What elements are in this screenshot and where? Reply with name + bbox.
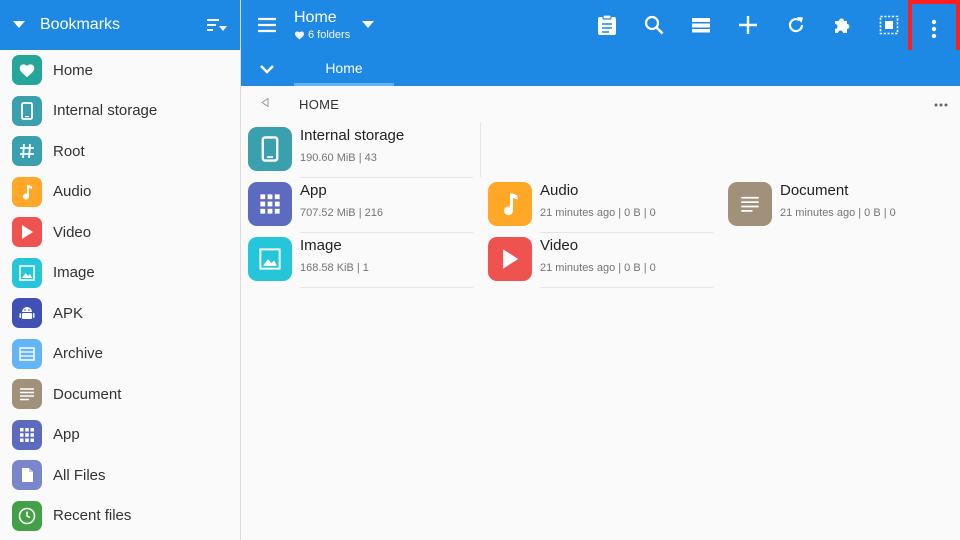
sidebar-item-document[interactable]: Document (0, 374, 240, 415)
select-all-icon[interactable] (875, 11, 903, 39)
hash-icon (12, 136, 42, 167)
folder-name: Document (780, 182, 849, 199)
sidebar-item-archive[interactable]: Archive (0, 334, 240, 375)
add-icon[interactable] (734, 11, 762, 39)
sidebar-item-label: All Files (53, 466, 106, 484)
breadcrumb[interactable]: HOME (299, 97, 339, 112)
more-options-button[interactable] (908, 0, 960, 57)
more-horiz-icon[interactable] (934, 94, 948, 110)
sidebar-item-label: Video (53, 223, 92, 241)
music-note-icon (12, 176, 42, 207)
archive-icon (12, 338, 42, 369)
sidebar-item-label: Internal storage (53, 102, 158, 120)
grid-icon (12, 419, 42, 450)
sidebar-item-label: APK (53, 304, 84, 322)
sidebar-item-all-files[interactable]: All Files (0, 455, 240, 496)
image-icon (248, 237, 292, 281)
folder-document[interactable]: Document 21 minutes ago | 0 B | 0 (721, 179, 953, 233)
divider (540, 287, 713, 288)
folder-video[interactable]: Video 21 minutes ago | 0 B | 0 (481, 234, 713, 288)
folder-count: 6 folders (294, 29, 350, 41)
search-icon[interactable] (640, 11, 668, 39)
top-app-bar: Home 6 folders (241, 0, 960, 57)
play-icon (12, 217, 42, 248)
sidebar-header[interactable]: Bookmarks (0, 0, 240, 50)
phone-icon (12, 95, 42, 126)
folder-name: Audio (540, 182, 579, 199)
expand-icon[interactable] (257, 59, 277, 79)
list-view-icon[interactable] (687, 11, 715, 39)
tab-home[interactable]: Home (294, 50, 394, 86)
folder-internal-storage[interactable]: Internal storage 190.60 MiB | 43 (241, 124, 473, 178)
bookmark-list: Home Internal storage Root Audio Video I… (0, 50, 240, 536)
divider (540, 232, 713, 233)
folder-name: Video (540, 237, 579, 254)
folder-image[interactable]: Image 168.58 KiB | 1 (241, 234, 473, 288)
back-arrow-icon[interactable] (261, 97, 269, 109)
divider (300, 232, 473, 233)
music-note-icon (488, 182, 532, 226)
folder-audio[interactable]: Audio 21 minutes ago | 0 B | 0 (481, 179, 713, 233)
android-icon (12, 298, 42, 329)
file-icon (12, 460, 42, 491)
sidebar-item-apk[interactable]: APK (0, 293, 240, 334)
sidebar-item-label: Audio (53, 183, 92, 201)
chevron-down-icon[interactable] (361, 17, 375, 31)
clipboard-icon[interactable] (593, 11, 621, 39)
folder-meta: 21 minutes ago | 0 B | 0 (780, 207, 896, 219)
folder-name: App (300, 182, 327, 199)
sidebar-item-label: Root (53, 142, 85, 160)
sidebar-item-recent-files[interactable]: Recent files (0, 496, 240, 537)
sidebar-item-app[interactable]: App (0, 415, 240, 456)
folder-meta: 190.60 MiB | 43 (300, 152, 377, 164)
document-icon (12, 379, 42, 410)
folder-meta: 168.58 KiB | 1 (300, 262, 369, 274)
folder-meta: 707.52 MiB | 216 (300, 207, 383, 219)
sidebar-item-audio[interactable]: Audio (0, 172, 240, 213)
folder-meta: 21 minutes ago | 0 B | 0 (540, 207, 656, 219)
sidebar-item-label: Recent files (53, 507, 132, 525)
sidebar: Bookmarks Home Internal storage Root Aud… (0, 0, 241, 540)
sidebar-title: Bookmarks (40, 16, 121, 33)
sidebar-item-video[interactable]: Video (0, 212, 240, 253)
folder-count-text: 6 folders (308, 29, 351, 41)
menu-icon[interactable] (255, 13, 279, 37)
grid-icon (248, 182, 292, 226)
path-bar: HOME (241, 86, 960, 122)
caret-down-icon[interactable] (10, 21, 28, 29)
divider (300, 287, 473, 288)
sidebar-item-label: Home (53, 61, 94, 79)
divider (480, 122, 481, 177)
divider (300, 177, 473, 178)
sidebar-item-label: Archive (53, 345, 104, 363)
phone-icon (248, 127, 292, 171)
tab-bar: Home (241, 50, 960, 86)
sort-icon[interactable] (206, 14, 228, 36)
sidebar-item-image[interactable]: Image (0, 253, 240, 294)
page-title[interactable]: Home (294, 8, 337, 27)
folder-meta: 21 minutes ago | 0 B | 0 (540, 262, 656, 274)
extension-icon[interactable] (828, 11, 856, 39)
sidebar-item-internal-storage[interactable]: Internal storage (0, 91, 240, 132)
image-icon (12, 257, 42, 288)
heart-icon (12, 55, 42, 86)
sidebar-item-home[interactable]: Home (0, 50, 240, 91)
heart-icon (294, 31, 305, 40)
sidebar-item-root[interactable]: Root (0, 131, 240, 172)
play-icon (488, 237, 532, 281)
folder-app[interactable]: App 707.52 MiB | 216 (241, 179, 473, 233)
folder-name: Internal storage (300, 127, 405, 144)
folder-name: Image (300, 237, 342, 254)
document-icon (728, 182, 772, 226)
sidebar-item-label: App (53, 426, 80, 444)
more-vert-icon[interactable] (931, 19, 937, 39)
sidebar-item-label: Document (53, 385, 122, 403)
sidebar-item-label: Image (53, 264, 95, 282)
clock-icon (12, 500, 42, 531)
refresh-icon[interactable] (782, 11, 810, 39)
